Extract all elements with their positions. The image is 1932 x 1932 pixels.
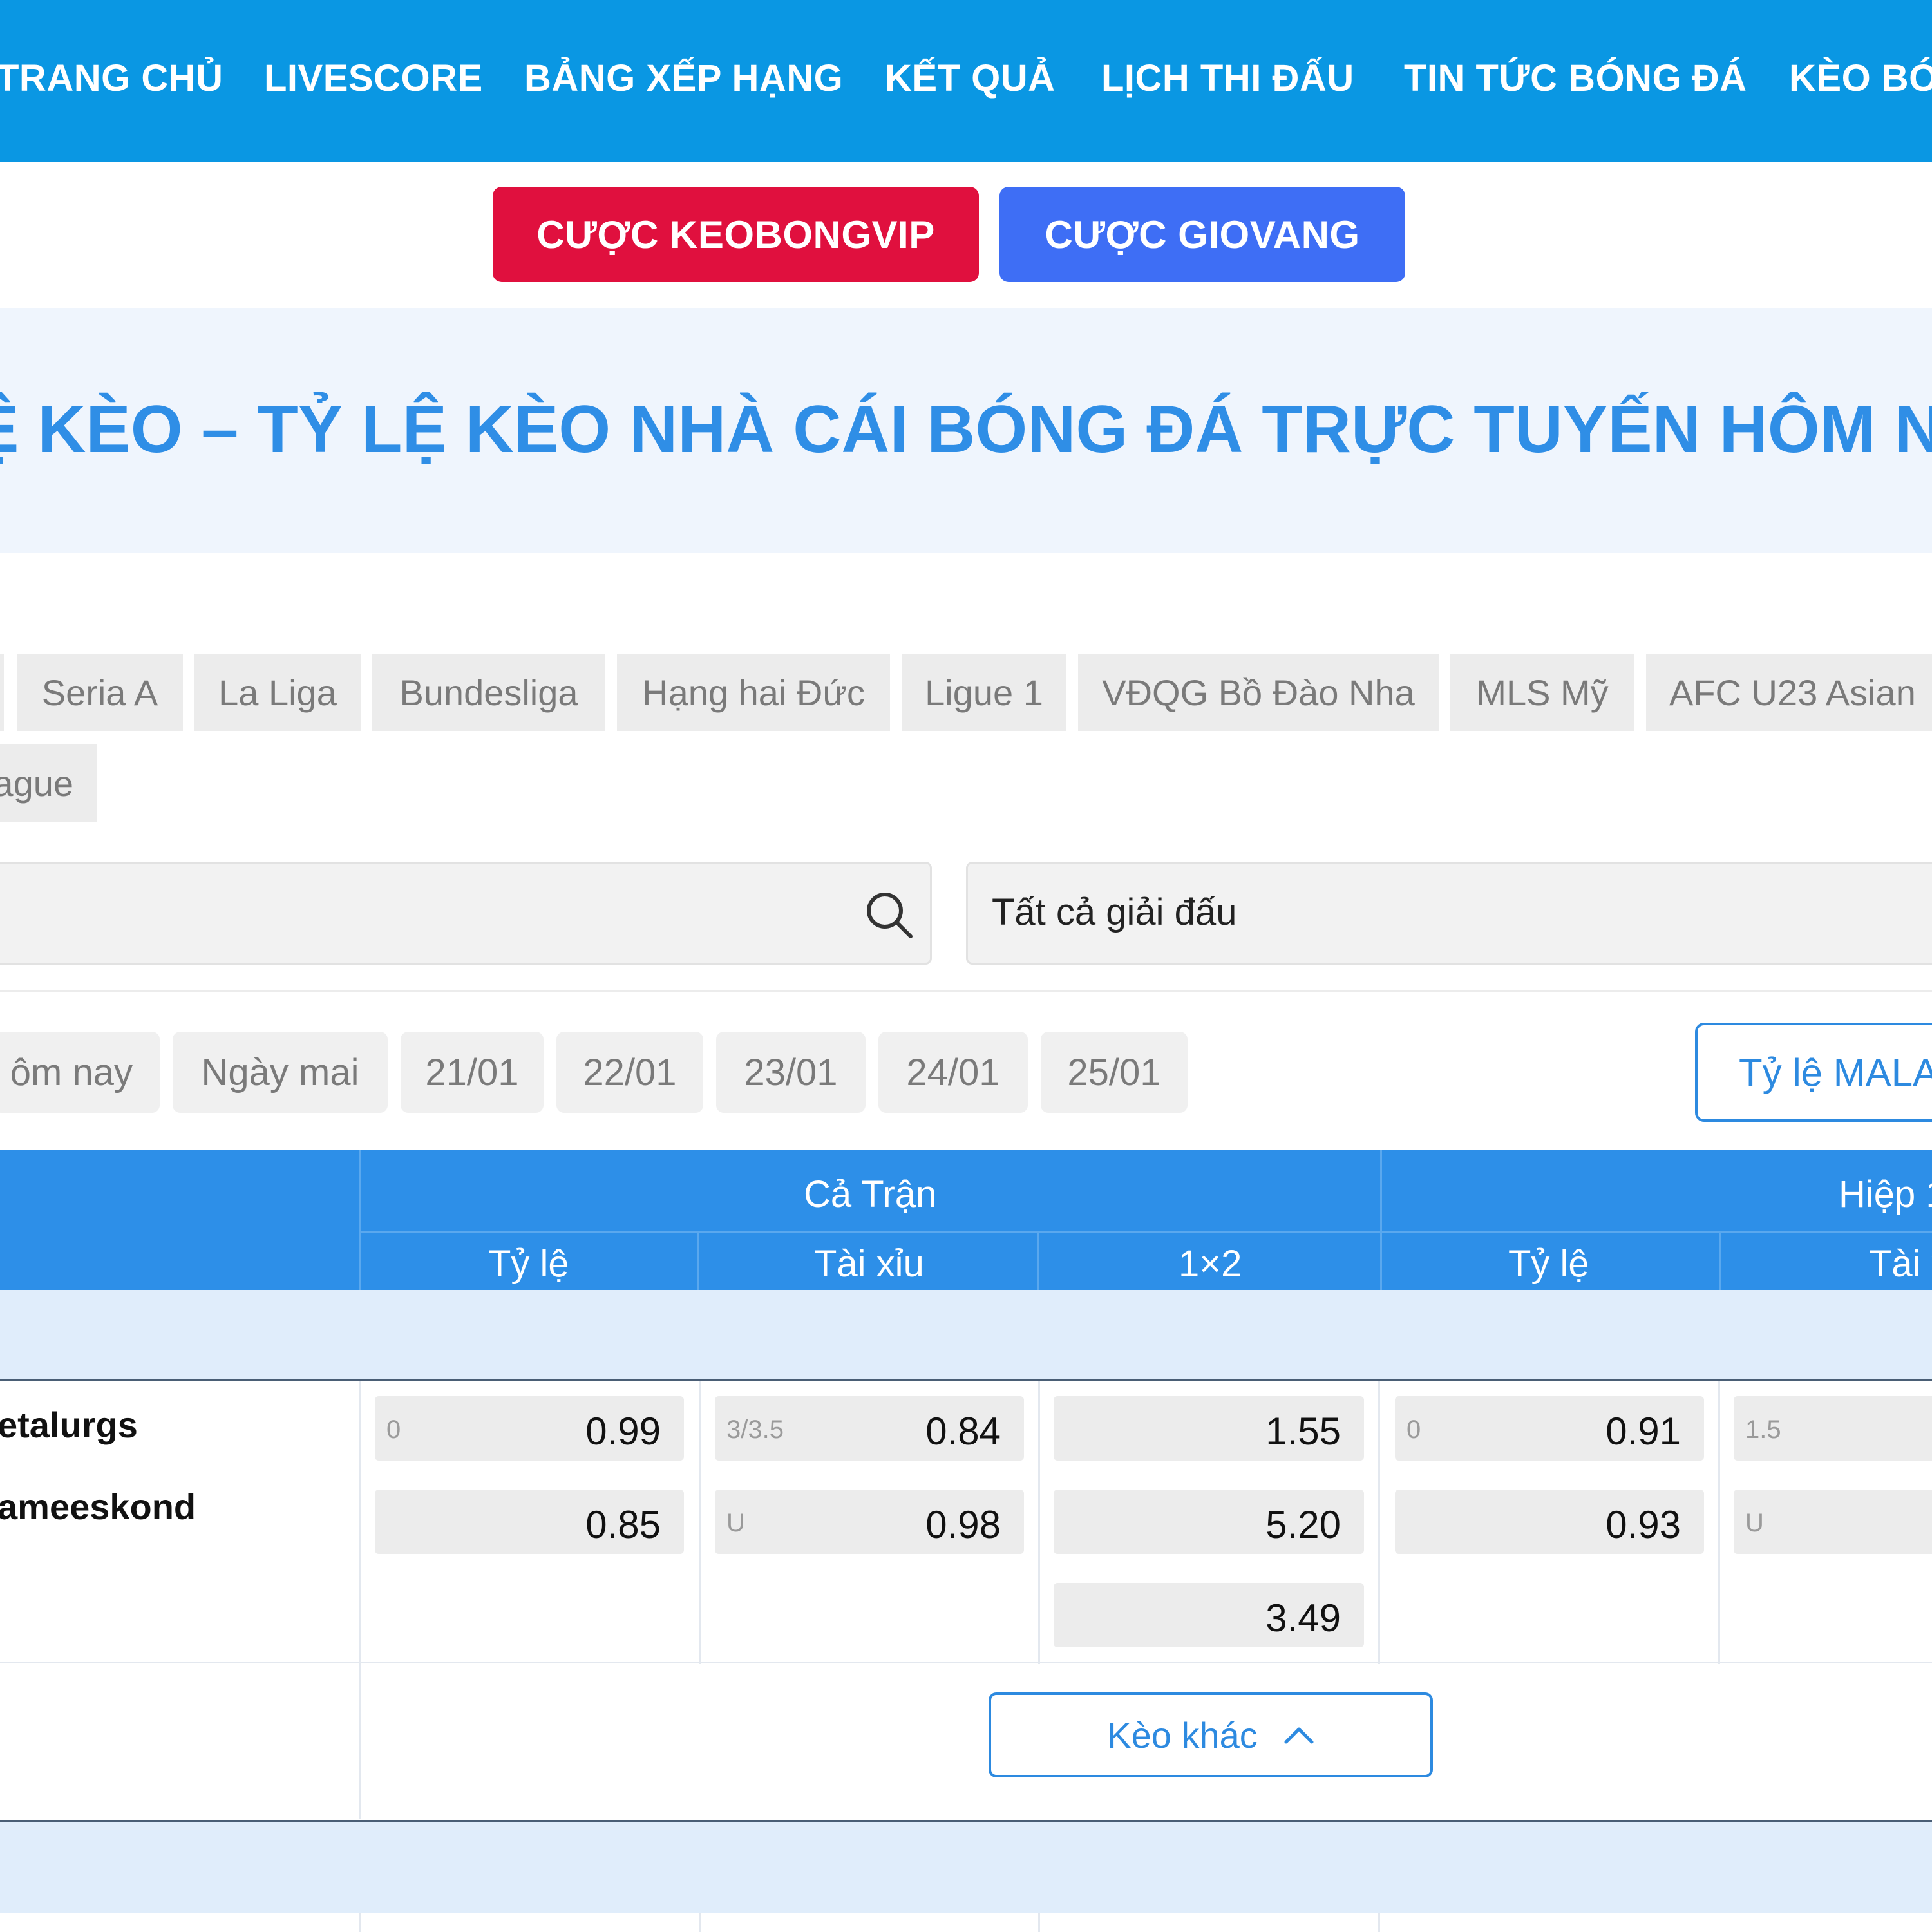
away-team-name[interactable]: ameeskond (0, 1486, 196, 1528)
date-tab-today[interactable]: ôm nay (0, 1032, 160, 1113)
nav-item-home[interactable]: TRANG CHỦ (0, 57, 223, 100)
league-band (0, 1822, 1932, 1913)
under-label: U (726, 1509, 745, 1537)
odds-value: 0.91 (1605, 1410, 1681, 1453)
league-chip-afc-u23[interactable]: AFC U23 Asian (1646, 654, 1932, 731)
hero-banner: Ệ KÈO – TỶ LỆ KÈO NHÀ CÁI BÓNG ĐÁ TRỰC T… (0, 308, 1932, 553)
date-tab-24-01[interactable]: 24/01 (878, 1032, 1028, 1113)
search-icon[interactable] (863, 889, 914, 940)
under-label: U (1745, 1509, 1764, 1537)
nav-item-schedule[interactable]: LỊCH THI ĐẤU (1101, 57, 1354, 100)
chevron-up-icon (1284, 1727, 1314, 1744)
header-handicap: Tỷ lệ (488, 1243, 569, 1285)
column-divider (699, 1913, 701, 1932)
odds-value: 5.20 (1265, 1503, 1341, 1546)
row-divider (0, 1662, 1932, 1663)
date-tab-21-01[interactable]: 21/01 (401, 1032, 544, 1113)
league-chip-2-bundesliga[interactable]: Hạng hai Đức (617, 654, 890, 731)
handicap-line: 0 (1406, 1416, 1421, 1444)
odds-cell-over[interactable]: 3/3.5 0.84 (715, 1396, 1024, 1461)
odds-cell-half-away-handicap[interactable]: 0.93 (1395, 1490, 1704, 1554)
column-divider (359, 1381, 361, 1819)
league-chip-partial[interactable] (0, 654, 4, 731)
column-divider (1038, 1381, 1040, 1664)
page-title: Ệ KÈO – TỶ LỆ KÈO NHÀ CÁI BÓNG ĐÁ TRỰC T… (0, 392, 1932, 467)
tournament-select-value: Tất cả giải đấu (992, 891, 1237, 933)
odds-value: 0.99 (585, 1410, 661, 1453)
column-divider (1378, 1913, 1380, 1932)
header-over-under: Tài xỉu (814, 1243, 924, 1285)
band-divider (0, 1379, 1932, 1381)
more-odds-button[interactable]: Kèo khác (989, 1692, 1433, 1777)
header-divider (697, 1231, 699, 1290)
date-tab-tomorrow[interactable]: Ngày mai (173, 1032, 388, 1113)
header-1x2: 1×2 (1179, 1243, 1242, 1285)
odds-value: 0.93 (1605, 1503, 1681, 1546)
odds-value: 0.85 (585, 1503, 661, 1546)
filter-divider (0, 990, 1932, 992)
header-half-over-under: Tài xỉu (1869, 1243, 1932, 1285)
nav-item-odds[interactable]: KÈO BÓ (1789, 57, 1932, 100)
odds-type-button[interactable]: Tỷ lệ MALA (1695, 1023, 1932, 1122)
nav-item-results[interactable]: KẾT QUẢ (885, 57, 1056, 100)
odds-cell-1x2-draw[interactable]: 3.49 (1054, 1583, 1364, 1647)
odds-value: 1.55 (1265, 1410, 1341, 1453)
column-divider (359, 1913, 361, 1932)
search-input[interactable] (0, 862, 932, 965)
odds-table-header: Cả Trận Hiệp 1 Tỷ lệ Tài xỉu 1×2 Tỷ lệ T… (0, 1150, 1932, 1290)
header-divider (359, 1150, 361, 1290)
column-divider (1038, 1913, 1040, 1932)
odds-cell-1x2-home[interactable]: 1.55 (1054, 1396, 1364, 1461)
header-divider (1037, 1231, 1039, 1290)
total-line: 1.5 (1745, 1416, 1781, 1444)
league-chip-mls[interactable]: MLS Mỹ (1450, 654, 1634, 731)
league-chip-ligue-1[interactable]: Ligue 1 (902, 654, 1066, 731)
odds-cell-away-handicap[interactable]: 0.85 (375, 1490, 684, 1554)
odds-cell-home-handicap[interactable]: 0 0.99 (375, 1396, 684, 1461)
header-full-match: Cả Trận (804, 1173, 937, 1215)
nav-item-standings[interactable]: BẢNG XẾP HẠNG (524, 57, 843, 100)
date-tab-22-01[interactable]: 22/01 (556, 1032, 703, 1113)
column-divider (699, 1381, 701, 1664)
league-chip-serie-a[interactable]: Seria A (17, 654, 183, 731)
league-chip-primeira-liga[interactable]: VĐQG Bồ Đào Nha (1078, 654, 1439, 731)
nav-item-news[interactable]: TIN TỨC BÓNG ĐÁ (1404, 57, 1747, 100)
league-chip-la-liga[interactable]: La Liga (194, 654, 361, 731)
bet-keobongvip-button[interactable]: CƯỢC KEOBONGVIP (493, 187, 979, 282)
odds-value: 3.49 (1265, 1596, 1341, 1640)
header-divider (359, 1231, 1932, 1233)
league-chip-league[interactable]: ague (0, 744, 97, 822)
odds-cell-half-home-handicap[interactable]: 0 0.91 (1395, 1396, 1704, 1461)
bet-giovang-button[interactable]: CƯỢC GIOVANG (999, 187, 1405, 282)
odds-cell-1x2-away[interactable]: 5.20 (1054, 1490, 1364, 1554)
league-band (0, 1290, 1932, 1380)
header-divider (1380, 1150, 1382, 1290)
column-divider (1378, 1381, 1380, 1664)
handicap-line: 0 (386, 1416, 401, 1444)
odds-cell-half-over[interactable]: 1.5 (1734, 1396, 1932, 1461)
total-line: 3/3.5 (726, 1416, 784, 1444)
odds-value: 0.84 (925, 1410, 1001, 1453)
league-chip-bundesliga[interactable]: Bundesliga (372, 654, 605, 731)
column-divider (1718, 1381, 1720, 1664)
top-nav: TRANG CHỦ LIVESCORE BẢNG XẾP HẠNG KẾT QU… (0, 0, 1932, 162)
header-divider (1719, 1231, 1721, 1290)
odds-value: 0.98 (925, 1503, 1001, 1546)
date-tab-23-01[interactable]: 23/01 (716, 1032, 866, 1113)
home-team-name[interactable]: etalurgs (0, 1404, 138, 1446)
nav-item-livescore[interactable]: LIVESCORE (264, 57, 483, 100)
more-odds-label: Kèo khác (1107, 1714, 1258, 1756)
odds-cell-half-under[interactable]: U (1734, 1490, 1932, 1554)
odds-cell-under[interactable]: U 0.98 (715, 1490, 1024, 1554)
header-half-handicap: Tỷ lệ (1508, 1243, 1589, 1285)
date-tab-25-01[interactable]: 25/01 (1041, 1032, 1188, 1113)
header-first-half: Hiệp 1 (1839, 1173, 1932, 1215)
